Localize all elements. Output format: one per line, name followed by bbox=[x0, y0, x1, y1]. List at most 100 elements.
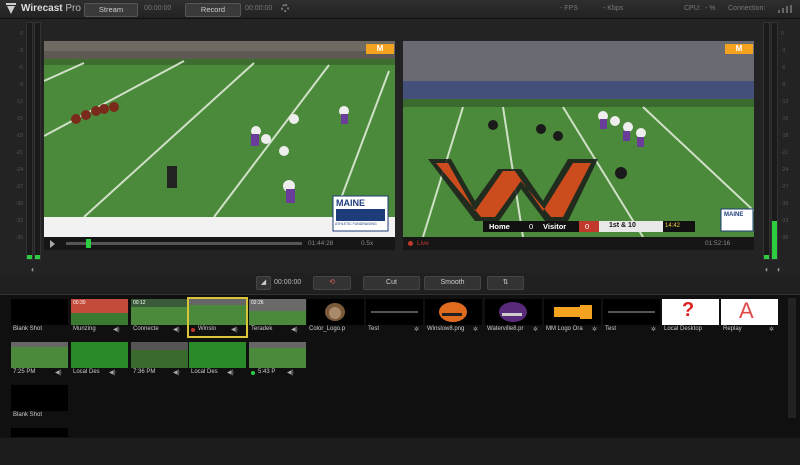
meter-scale-tick: -12 bbox=[15, 99, 23, 105]
meter-scale-tick: -33 bbox=[15, 218, 23, 224]
program-time: 01:52:16 bbox=[705, 240, 731, 247]
program-monitor[interactable]: Home 0 Visitor 0 1st & 10 14:42 MAINE M bbox=[403, 41, 754, 237]
record-button[interactable]: Record bbox=[185, 3, 241, 17]
shot-row4-partial[interactable] bbox=[11, 428, 68, 465]
wirecast-logo-icon bbox=[6, 3, 16, 14]
audio-icon: ◀) bbox=[287, 370, 294, 376]
meter-scale-tick: -9 bbox=[18, 82, 23, 88]
maine-logo-sub: ATHLETIC FUNDRAISING bbox=[335, 222, 377, 226]
replay-icon: A bbox=[739, 299, 754, 323]
meter-scale-tick: -15 bbox=[781, 116, 789, 122]
shot-winslow8[interactable]: Winslow8.png ✲ bbox=[425, 299, 482, 336]
meter-scale-tick: -3 bbox=[18, 48, 23, 54]
kbps-readout: - Kbps bbox=[603, 5, 624, 12]
shot-row2-4[interactable]: Local Des ◀) bbox=[189, 342, 246, 379]
scoreboard-visitor-score: 0 bbox=[585, 222, 590, 231]
shot-row2-3[interactable]: 7:36 PM ◀) bbox=[131, 342, 188, 379]
side-scroll-area[interactable] bbox=[788, 298, 796, 418]
gear-icon[interactable]: ✲ bbox=[414, 326, 419, 333]
meter-scale-right: 0 -3 -6 -9 -12 -15 -18 -21 -24 -27 -30 -33 -36 bbox=[781, 26, 790, 247]
shot-row2-1[interactable]: 7:25 PM ◀) bbox=[11, 342, 68, 379]
audio-icon: ◀) bbox=[113, 327, 120, 333]
shot-local-desktop[interactable]: ? Local Desktop bbox=[662, 299, 719, 336]
transition-swap-button[interactable]: ⇅ bbox=[487, 276, 524, 290]
scoreboard-home-label: Home bbox=[489, 222, 510, 231]
shot-teradek[interactable]: 02:26 Teradek ◀) bbox=[249, 299, 306, 336]
shot-mm-logo[interactable]: MM Logo Ora ✲ bbox=[544, 299, 601, 336]
audio-meter-right bbox=[763, 22, 770, 260]
audio-meter-left bbox=[26, 22, 33, 260]
scoreboard-clock: 14:42 bbox=[665, 223, 681, 229]
meter-scale-tick: -33 bbox=[781, 218, 789, 224]
go-button[interactable]: ⟲ bbox=[313, 276, 351, 290]
cut-select[interactable]: Cut bbox=[363, 276, 420, 290]
live-dot-icon bbox=[191, 328, 195, 332]
preview-zoom[interactable]: 0.5x bbox=[361, 240, 373, 247]
fps-readout: - FPS bbox=[560, 5, 578, 12]
gear-icon[interactable]: ✲ bbox=[651, 326, 656, 333]
scoreboard-visitor-label: Visitor bbox=[543, 222, 567, 231]
meter-scale-tick: -36 bbox=[15, 235, 23, 241]
shot-test[interactable]: Test ✲ bbox=[366, 299, 423, 336]
audio-icon: ◀) bbox=[55, 370, 62, 376]
play-icon[interactable] bbox=[50, 240, 55, 248]
connection-label: Connection: bbox=[728, 5, 766, 12]
maine-logo-text: MAINE bbox=[336, 198, 365, 208]
signal-bars-icon bbox=[778, 5, 792, 13]
preview-monitor[interactable]: MAINE ATHLETIC FUNDRAISING M bbox=[44, 41, 395, 237]
gear-icon[interactable]: ✲ bbox=[592, 326, 597, 333]
stream-button[interactable]: Stream bbox=[84, 3, 138, 17]
scoreboard-down: 1st & 10 bbox=[609, 222, 636, 229]
preview-time: 01:44:28 bbox=[308, 240, 334, 247]
shot-waterville8[interactable]: Waterville8.pr ✲ bbox=[485, 299, 542, 336]
scrubber-handle[interactable] bbox=[86, 239, 91, 248]
cpu-label: CPU: bbox=[684, 5, 701, 12]
preview-controls: 01:44:28 0.5x bbox=[44, 237, 395, 250]
meter-scale-tick: -18 bbox=[15, 133, 23, 139]
audio-icon: ◀) bbox=[227, 370, 234, 376]
smooth-select[interactable]: Smooth bbox=[424, 276, 481, 290]
audio-icon: ◀) bbox=[173, 370, 180, 376]
meter-scale-tick: -24 bbox=[15, 167, 23, 173]
audio-icon: ◀) bbox=[173, 327, 180, 333]
question-mark-icon: ? bbox=[682, 299, 695, 321]
preview-scrubber[interactable] bbox=[66, 239, 302, 248]
meter-scale-tick: -6 bbox=[18, 65, 23, 71]
shot-replay[interactable]: A Replay ✲ bbox=[721, 299, 778, 336]
meter-scale-tick: -12 bbox=[781, 99, 789, 105]
audio-icon: ◀) bbox=[291, 327, 298, 333]
audio-meter-left-2 bbox=[34, 22, 41, 260]
scoreboard-home-score: 0 bbox=[529, 222, 534, 231]
live-indicator-icon bbox=[408, 241, 413, 246]
program-controls: Live 01:52:16 bbox=[403, 237, 754, 250]
transition-time: 00:00:00 bbox=[274, 279, 302, 286]
shot-color-logo[interactable]: Color_Logo.p bbox=[307, 299, 364, 336]
program-status: Live bbox=[417, 240, 429, 247]
meter-scale-left: 0 -3 -6 -9 -12 -15 -18 -21 -24 -27 -30 -33 -36 bbox=[14, 26, 23, 247]
shot-blank[interactable]: Blank Shot bbox=[11, 299, 68, 336]
audio-meter-right-2 bbox=[771, 22, 778, 260]
shot-connected[interactable]: 00:12 Connecte ◀) bbox=[131, 299, 188, 336]
audio-icon: ◀) bbox=[109, 370, 116, 376]
shot-row3-blank[interactable]: Blank Shot bbox=[11, 385, 68, 422]
shot-munzing[interactable]: 00:30 Munzing ◀) bbox=[71, 299, 128, 336]
record-time: 00:00:00 bbox=[245, 5, 273, 12]
gear-icon[interactable]: ✲ bbox=[769, 326, 774, 333]
gear-icon[interactable]: ✲ bbox=[533, 326, 538, 333]
meter-scale-tick: -30 bbox=[15, 201, 23, 207]
gear-icon[interactable] bbox=[281, 4, 289, 12]
shot-row2-2[interactable]: Local Des ◀) bbox=[71, 342, 128, 379]
meter-scale-tick: -15 bbox=[15, 116, 23, 122]
shot-winslow-live[interactable]: Winslo ◀) bbox=[187, 297, 248, 338]
autolevel-icon[interactable]: ◢ bbox=[256, 276, 271, 290]
meter-scale-tick: -9 bbox=[781, 82, 786, 88]
top-bar: Wirecast Pro Stream 00:00:00 Record 00:0… bbox=[0, 0, 800, 19]
gear-icon[interactable]: ✲ bbox=[473, 326, 478, 333]
meter-scale-tick: -3 bbox=[781, 48, 786, 54]
shot-test-2[interactable]: Test ✲ bbox=[603, 299, 660, 336]
meter-scale-tick: -18 bbox=[781, 133, 789, 139]
meter-scale-tick: -21 bbox=[15, 150, 23, 156]
meter-scale-tick: -27 bbox=[781, 184, 789, 190]
shot-row2-5[interactable]: 5:43 P ◀) bbox=[249, 342, 306, 379]
stream-time: 00:00:00 bbox=[144, 5, 172, 12]
